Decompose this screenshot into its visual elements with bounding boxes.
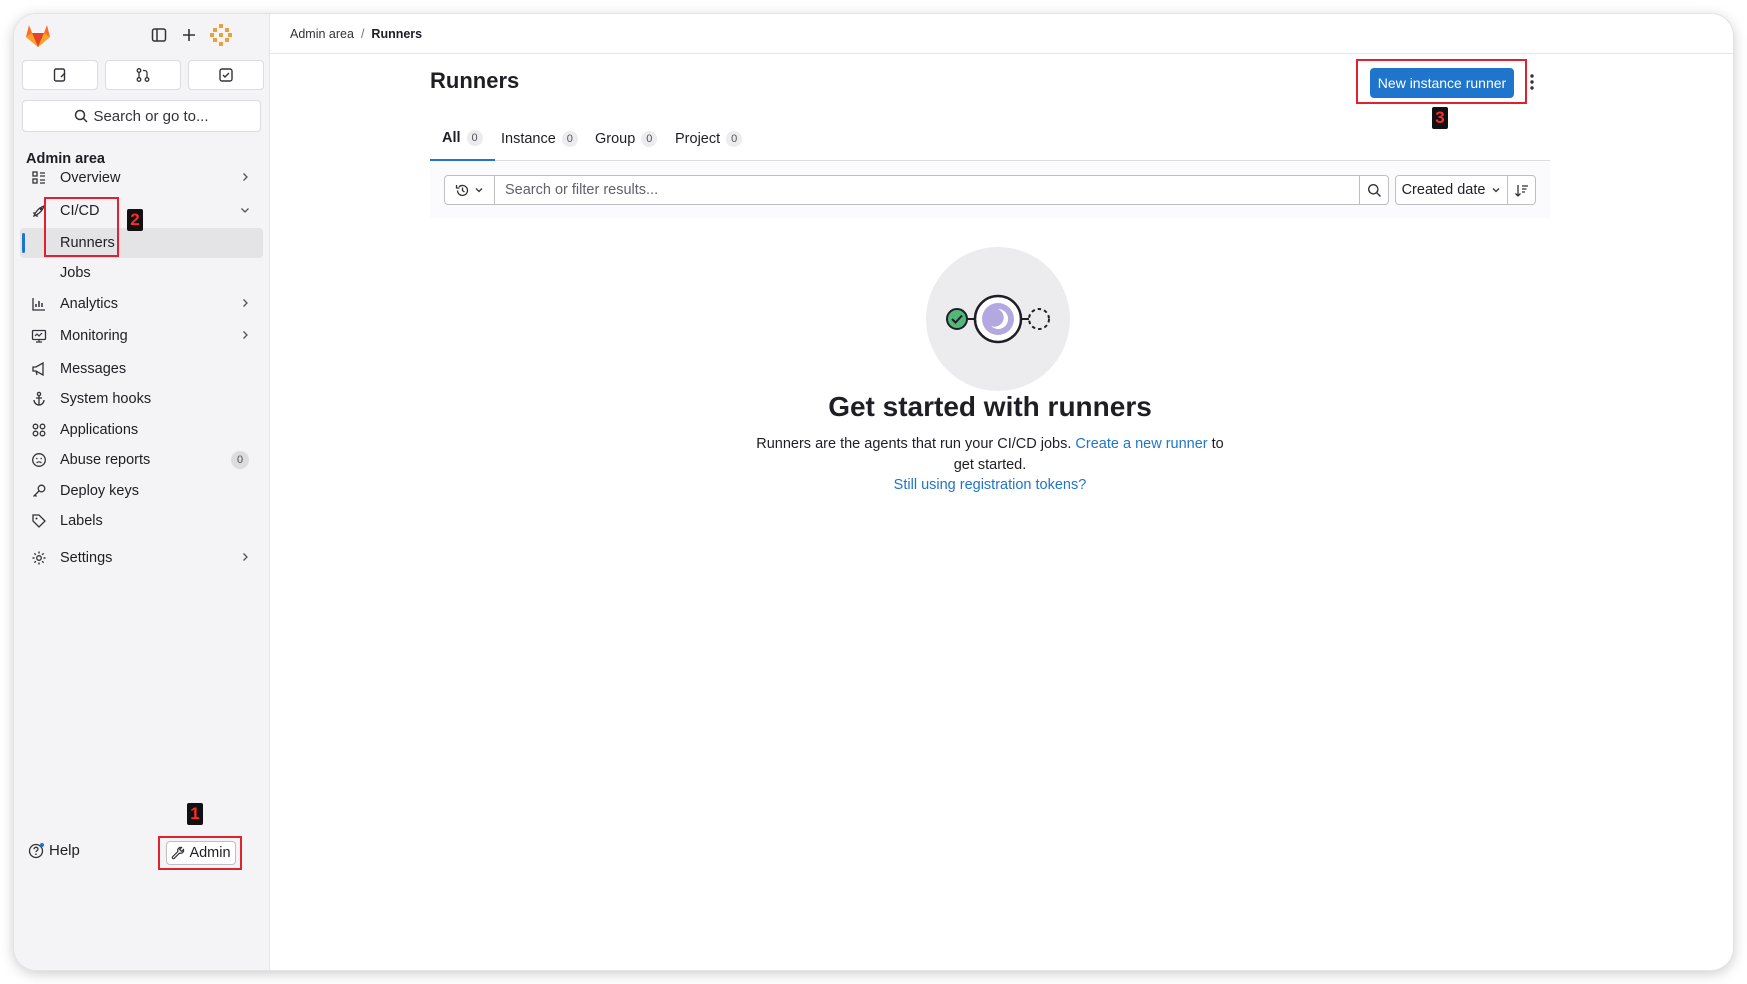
page-title: Runners: [430, 68, 520, 93]
sidebar-item-labels[interactable]: Labels: [20, 506, 263, 536]
anchor-icon: [28, 391, 50, 407]
tab-project[interactable]: Project 0: [675, 116, 743, 161]
empty-state-text: Runners are the agents that run your CI/…: [756, 436, 1076, 452]
sidebar-item-label: Jobs: [60, 265, 91, 281]
breadcrumb-separator: /: [360, 26, 365, 41]
label-tag-icon: [28, 513, 50, 529]
chevron-right-icon: [239, 329, 251, 345]
help-button[interactable]: Help: [28, 842, 80, 859]
todo-icon: [219, 68, 233, 82]
tab-count: 0: [726, 130, 743, 147]
abuse-reports-count-badge: 0: [231, 451, 249, 469]
sort-descending-icon: [1515, 184, 1528, 197]
annotation-step-2: 2: [127, 209, 143, 231]
tab-count: 0: [561, 130, 578, 147]
search-icon: [75, 109, 88, 123]
empty-state-title: Get started with runners: [828, 391, 1152, 422]
chevron-right-icon: [239, 171, 251, 187]
help-label: Help: [49, 842, 80, 859]
tab-label: All: [442, 129, 461, 146]
sidebar-item-abuse-reports[interactable]: Abuse reports 0: [20, 445, 263, 475]
tab-count: 0: [466, 129, 483, 146]
create-new-runner-link[interactable]: Create a new runner: [1075, 436, 1207, 452]
sort-label: Created date: [1401, 182, 1486, 198]
sidebar-item-label: Deploy keys: [60, 483, 139, 499]
runner-type-tabs: All 0 Instance 0 Group 0 Project 0: [430, 116, 1550, 161]
sidebar-item-label: Analytics: [60, 296, 119, 312]
recent-searches-button[interactable]: [444, 175, 494, 205]
search-label: Search or go to...: [93, 107, 209, 125]
registration-tokens-link[interactable]: Still using registration tokens?: [750, 477, 1230, 493]
tab-label: Project: [675, 130, 721, 147]
sort-direction-button[interactable]: [1507, 175, 1536, 205]
app-window: Search or go to... Admin area Overview C…: [14, 14, 1733, 970]
chevron-down-icon: [239, 204, 251, 220]
search-button[interactable]: Search or go to...: [22, 100, 261, 132]
monitor-icon: [28, 328, 50, 344]
tab-label: Group: [595, 130, 636, 147]
sidebar-item-label: Overview: [60, 170, 121, 186]
sidebar-item-label: System hooks: [60, 391, 152, 407]
sidebar-item-overview[interactable]: Overview: [20, 163, 263, 193]
merge-request-icon: [136, 68, 150, 82]
chevron-right-icon: [239, 551, 251, 567]
sidebar-item-monitoring[interactable]: Monitoring: [20, 321, 263, 351]
user-avatar-icon[interactable]: [208, 24, 234, 46]
issues-button[interactable]: [22, 60, 98, 90]
gear-icon: [28, 550, 50, 566]
todos-button[interactable]: [188, 60, 264, 90]
tab-all[interactable]: All 0: [430, 116, 495, 161]
runners-empty-illustration: [926, 247, 1070, 391]
plus-icon[interactable]: [178, 24, 200, 46]
sidebar-item-label: Messages: [60, 361, 127, 377]
sidebar-item-system-hooks[interactable]: System hooks: [20, 384, 263, 414]
gitlab-logo-icon[interactable]: [24, 22, 52, 48]
filter-search-button[interactable]: [1359, 175, 1389, 205]
applications-icon: [28, 422, 50, 438]
sidebar: Search or go to... Admin area Overview C…: [14, 14, 270, 970]
annotation-step-1: 1: [187, 803, 203, 825]
issues-icon: [53, 68, 66, 82]
empty-state-description: Runners are the agents that run your CI/…: [750, 434, 1230, 476]
tab-count: 0: [641, 130, 658, 147]
sidebar-item-label: Abuse reports: [60, 452, 151, 468]
chevron-down-icon: [475, 188, 483, 193]
sidebar-item-label: Applications: [60, 422, 139, 438]
history-icon: [455, 184, 469, 196]
annotation-step-3: 3: [1432, 107, 1448, 129]
chart-icon: [28, 296, 50, 312]
help-icon: [28, 843, 44, 859]
sad-face-icon: [28, 452, 50, 468]
megaphone-icon: [28, 361, 50, 377]
annotation-box-admin: [158, 836, 242, 870]
merge-requests-button[interactable]: [105, 60, 181, 90]
sidebar-item-label: Labels: [60, 513, 103, 529]
sidebar-item-analytics[interactable]: Analytics: [20, 289, 263, 319]
annotation-box-new-runner: [1356, 59, 1527, 104]
overview-icon: [28, 170, 50, 186]
filter-search-input[interactable]: [494, 175, 1360, 205]
sidebar-item-deploy-keys[interactable]: Deploy keys: [20, 476, 263, 506]
breadcrumb-runners[interactable]: Runners: [371, 27, 422, 41]
sidebar-item-label: Monitoring: [60, 328, 128, 344]
annotation-box-cicd-runners: [44, 197, 119, 257]
tab-label: Instance: [501, 130, 556, 147]
key-icon: [28, 483, 50, 499]
chevron-down-icon: [1492, 188, 1500, 193]
sidebar-item-applications[interactable]: Applications: [20, 415, 263, 445]
search-icon: [1367, 183, 1381, 197]
tab-instance[interactable]: Instance 0: [501, 116, 578, 161]
breadcrumb-admin-area[interactable]: Admin area: [290, 27, 354, 41]
tab-group[interactable]: Group 0: [595, 116, 658, 161]
sidebar-item-settings[interactable]: Settings: [20, 543, 263, 573]
breadcrumb: Admin area / Runners: [270, 14, 1733, 54]
toggle-sidebar-icon[interactable]: [148, 24, 170, 46]
sidebar-item-jobs[interactable]: Jobs: [20, 258, 263, 288]
sidebar-item-label: Settings: [60, 550, 113, 566]
sidebar-item-messages[interactable]: Messages: [20, 354, 263, 384]
chevron-right-icon: [239, 297, 251, 313]
sort-dropdown[interactable]: Created date: [1395, 175, 1508, 205]
more-actions-icon[interactable]: [1530, 74, 1534, 95]
filter-bar: Created date: [430, 162, 1550, 218]
